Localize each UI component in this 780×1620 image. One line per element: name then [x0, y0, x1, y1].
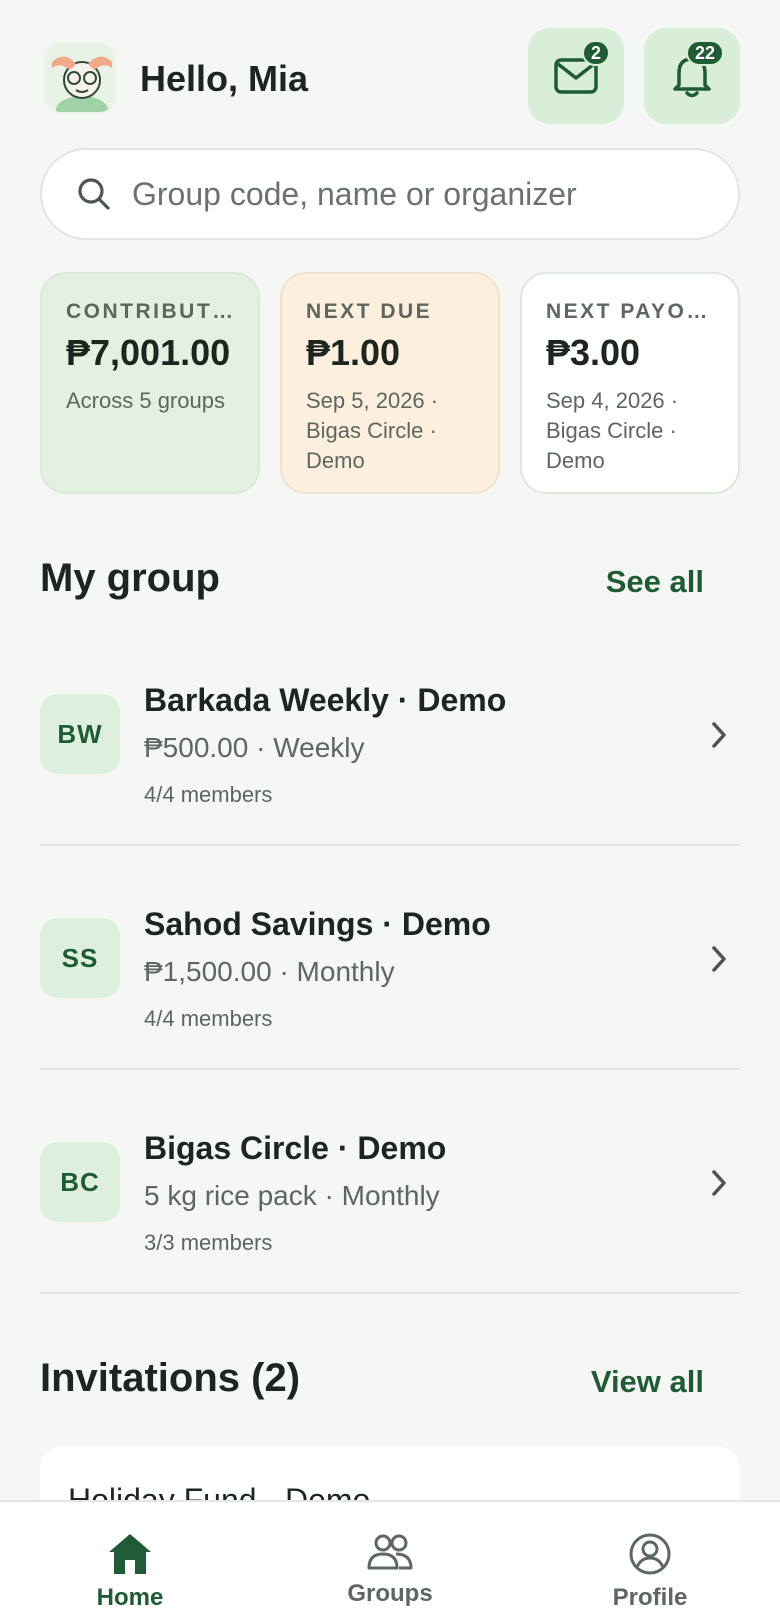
chevron-right-icon	[712, 1170, 726, 1196]
card-subtitle: Sep 5, 2026 · Bigas Circle · Demo	[306, 388, 439, 473]
group-initials-badge: BC	[40, 1142, 120, 1222]
group-info: ₱1,500.00 · Monthly	[144, 956, 395, 987]
my-group-header: My group See all	[40, 548, 704, 608]
group-row[interactable]: BW Barkada Weekly · Demo ₱500.00 · Weekl…	[40, 622, 740, 846]
notifications-button[interactable]: 22	[644, 28, 740, 124]
header: Hello, Mia 2 22	[40, 28, 740, 124]
see-all-link[interactable]: See all	[606, 564, 704, 600]
group-row[interactable]: BC Bigas Circle · Demo 5 kg rice pack · …	[40, 1070, 740, 1294]
card-subtitle: Across 5 groups	[66, 388, 225, 413]
invitations-header: Invitations (2) View all	[40, 1348, 704, 1408]
chevron-right-icon	[712, 722, 726, 748]
bottom-nav: Home Groups Profile	[0, 1500, 780, 1620]
group-initials-badge: SS	[40, 918, 120, 998]
search-icon	[78, 178, 110, 210]
card-amount: ₱3.00	[546, 332, 641, 373]
nav-label: Home	[96, 1584, 164, 1611]
section-title: Invitations (2)	[40, 1356, 301, 1400]
card-subtitle: Sep 4, 2026 · Bigas Circle · Demo	[546, 388, 679, 473]
next-due-card[interactable]: NEXT DUE ₱1.00 Sep 5, 2026 · Bigas Circl…	[280, 272, 500, 494]
nav-home[interactable]: Home	[50, 1532, 210, 1620]
summary-cards: CONTRIBUTIONS ₱7,001.00 Across 5 groups …	[40, 272, 740, 494]
home-icon	[109, 1534, 151, 1574]
group-info: 5 kg rice pack · Monthly	[144, 1180, 440, 1211]
chevron-right-icon	[712, 946, 726, 972]
nav-label: Groups	[347, 1580, 433, 1607]
nav-groups[interactable]: Groups	[310, 1532, 470, 1620]
next-payout-card[interactable]: NEXT PAYOUT ₱3.00 Sep 4, 2026 · Bigas Ci…	[520, 272, 740, 494]
card-label: CONTRIBUTIONS	[66, 300, 234, 323]
avatar[interactable]	[44, 42, 116, 114]
group-row[interactable]: SS Sahod Savings · Demo ₱1,500.00 · Mont…	[40, 846, 740, 1070]
contributions-card[interactable]: CONTRIBUTIONS ₱7,001.00 Across 5 groups	[40, 272, 260, 494]
card-label: NEXT DUE	[306, 300, 433, 323]
group-members: 4/4 members	[144, 782, 273, 807]
group-info: ₱500.00 · Weekly	[144, 732, 365, 763]
home-screen: Hello, Mia 2 22 CONTRIBUTIONS ₱7,001	[0, 0, 780, 1620]
group-initials-badge: BW	[40, 694, 120, 774]
nav-profile[interactable]: Profile	[570, 1532, 730, 1620]
messages-badge: 2	[582, 40, 611, 66]
group-name: Sahod Savings · Demo	[144, 906, 491, 942]
groups-icon	[367, 1534, 413, 1570]
notifications-badge: 22	[686, 40, 725, 66]
messages-button[interactable]: 2	[528, 28, 624, 124]
view-all-link[interactable]: View all	[591, 1364, 704, 1400]
group-members: 3/3 members	[144, 1230, 273, 1255]
search-input[interactable]	[132, 175, 692, 213]
nav-label: Profile	[612, 1584, 688, 1611]
group-members: 4/4 members	[144, 1006, 273, 1031]
card-label: NEXT PAYOUT	[546, 300, 714, 323]
group-name: Barkada Weekly · Demo	[144, 682, 507, 718]
group-name: Bigas Circle · Demo	[144, 1130, 447, 1166]
profile-icon	[629, 1533, 671, 1575]
greeting: Hello, Mia	[140, 58, 309, 99]
card-amount: ₱1.00	[306, 332, 401, 373]
section-title: My group	[40, 556, 220, 600]
search-bar	[40, 148, 740, 240]
card-amount: ₱7,001.00	[66, 332, 231, 373]
